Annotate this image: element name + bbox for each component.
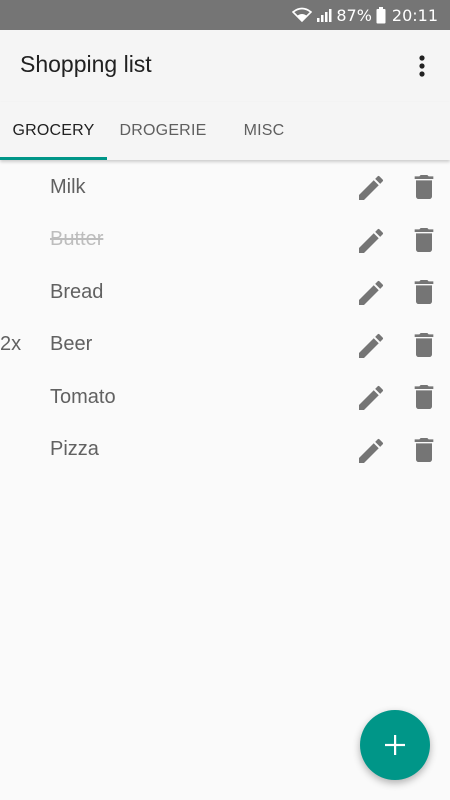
delete-button[interactable]: [407, 380, 441, 414]
list-item[interactable]: 2x Beer: [0, 319, 450, 372]
trash-icon: [414, 227, 434, 252]
pencil-icon: [359, 385, 384, 410]
list-item[interactable]: Tomato: [0, 371, 450, 424]
edit-button[interactable]: [354, 329, 388, 363]
pencil-icon: [359, 438, 384, 463]
item-quantity: 2x: [0, 333, 22, 355]
list-item[interactable]: Bread: [0, 266, 450, 319]
list-item[interactable]: Milk: [0, 161, 450, 214]
trash-icon: [414, 332, 434, 357]
delete-button[interactable]: [407, 223, 441, 257]
list-item[interactable]: Pizza: [0, 424, 450, 477]
plus-icon: [385, 735, 405, 755]
pencil-icon: [359, 280, 384, 305]
shopping-list: Milk Butter Bread 2x Beer Tomato Pizza: [0, 161, 450, 476]
overflow-menu-button[interactable]: [406, 50, 438, 82]
wifi-icon: [292, 7, 313, 23]
tab-drogerie[interactable]: DROGERIE: [107, 102, 219, 160]
tab-bar: GROCERY DROGERIE MISC: [0, 102, 450, 160]
item-name: Tomato: [50, 385, 116, 408]
page-title: Shopping list: [20, 51, 152, 77]
app-bar: Shopping list: [0, 30, 450, 102]
pencil-icon: [359, 333, 384, 358]
tab-misc[interactable]: MISC: [219, 102, 309, 160]
delete-button[interactable]: [407, 328, 441, 362]
edit-button[interactable]: [354, 171, 388, 205]
edit-button[interactable]: [354, 276, 388, 310]
pencil-icon: [359, 228, 384, 253]
pencil-icon: [359, 175, 384, 200]
list-item[interactable]: Butter: [0, 214, 450, 267]
add-item-button[interactable]: [360, 710, 430, 780]
delete-button[interactable]: [407, 275, 441, 309]
active-tab-indicator: [0, 157, 107, 160]
delete-button[interactable]: [407, 433, 441, 467]
more-vert-icon: [419, 55, 425, 77]
tab-label: DROGERIE: [119, 122, 207, 139]
status-bar: 87% 20:11: [0, 0, 450, 30]
trash-icon: [414, 385, 434, 409]
edit-button[interactable]: [354, 434, 388, 468]
item-name: Bread: [50, 280, 104, 303]
signal-icon: [316, 7, 332, 23]
clock: 20:11: [391, 5, 438, 25]
item-name: Beer: [50, 333, 93, 355]
edit-button[interactable]: [354, 381, 388, 415]
tab-label: GROCERY: [12, 122, 95, 139]
delete-button[interactable]: [407, 170, 441, 204]
item-name: Milk: [50, 175, 86, 198]
edit-button[interactable]: [354, 224, 388, 258]
battery-icon: [376, 6, 386, 24]
item-name: Pizza: [50, 438, 99, 460]
battery-percent: 87%: [336, 5, 372, 25]
item-name: Butter: [50, 228, 104, 250]
trash-icon: [414, 437, 434, 462]
trash-icon: [414, 175, 434, 199]
tab-grocery[interactable]: GROCERY: [0, 102, 107, 160]
trash-icon: [414, 280, 434, 304]
tab-label: MISC: [243, 122, 285, 139]
